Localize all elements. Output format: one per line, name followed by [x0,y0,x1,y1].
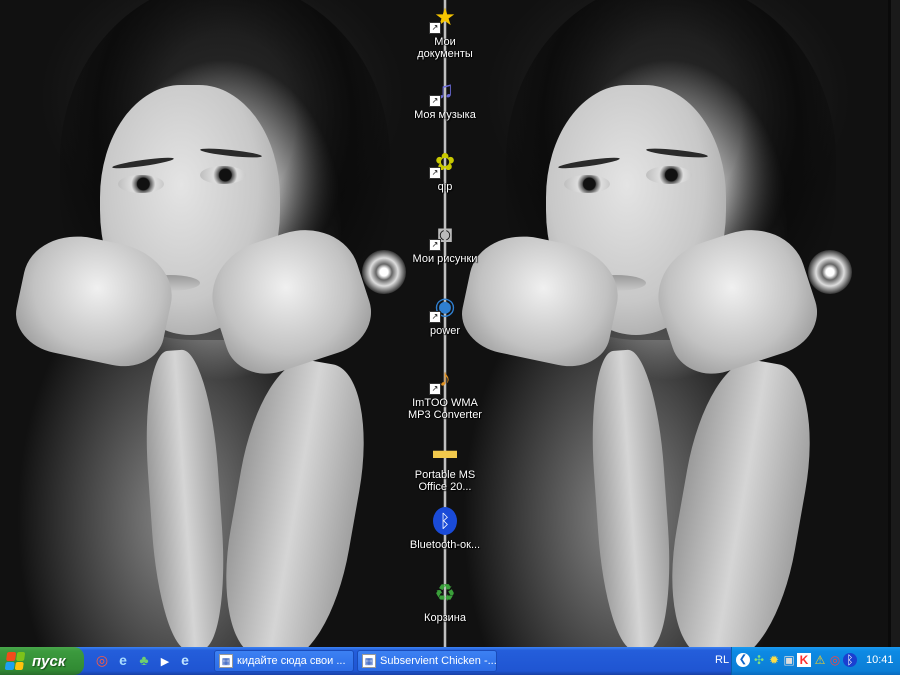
chevron-left-icon[interactable]: ❮ [736,653,750,667]
desktop-icon-label: qip [437,181,453,193]
taskbar-button-folder[interactable]: ▦ кидайте сюда свои ... [214,650,354,672]
folder-icon: ▬ [433,437,457,464]
desktop-icon-label: ImTOO WMA MP3 Converter [408,397,482,421]
desktop-icon-label: Корзина [424,612,466,624]
desktop-icon-recycle-bin[interactable]: ♻ Корзина [403,578,487,624]
internet-explorer-icon[interactable]: e [115,652,131,668]
desktop-icon-my-music[interactable]: ♫ ↗ Моя музыка [403,75,487,121]
task-label: кидайте сюда свои ... [237,655,346,667]
wallpaper-right [446,0,890,647]
wallpaper-left [0,0,444,647]
language-indicator[interactable]: RL [715,654,729,666]
media-player-icon[interactable]: ▶ [157,652,173,668]
start-label: пуск [32,652,66,670]
system-tray: ❮ ✣ ✹ ▣ K ⚠ ◎ ᛒ 10:41 [731,647,900,675]
desktop-icon-bluetooth[interactable]: ᛒ Bluetooth-ок... [403,505,487,551]
bluetooth-icon: ᛒ [429,505,461,537]
window-icon: ▦ [362,654,376,668]
windows-logo-icon [4,652,26,670]
bluetooth-tray-icon[interactable]: ᛒ [843,653,857,667]
recycle-bin-icon: ♻ [434,580,456,607]
start-button[interactable]: пуск [0,647,84,675]
desktop[interactable]: ★ ↗ Мои документы ♫ ↗ Моя музыка ✿ ↗ qip ◙ ↗… [0,0,900,647]
clock[interactable]: 10:41 [866,654,894,666]
taskbar-button-browser[interactable]: ▦ Subservient Chicken -... [357,650,497,672]
gear-icon[interactable]: ✹ [767,653,781,667]
desktop-icon-power[interactable]: ◉ ↗ power [403,291,487,337]
antivirus-icon[interactable]: K [797,653,811,667]
my-music-icon: ♫ ↗ [429,75,461,107]
network-icon[interactable]: ✣ [752,653,766,667]
task-label: Subservient Chicken -... [380,655,497,667]
browser-icon[interactable]: e [177,652,193,668]
desktop-icon-label: Portable MS Office 20... [414,469,476,493]
wallpaper-edge [888,0,891,647]
qip-messenger-icon: ✿ ↗ [429,147,461,179]
warning-icon[interactable]: ⚠ [813,653,827,667]
opera-tray-icon[interactable]: ◎ [828,653,842,667]
desktop-icon-label: power [430,325,460,337]
monitor-icon[interactable]: ▣ [782,653,796,667]
desktop-icon-label: Мои рисунки [412,253,478,265]
taskbar: пуск ◎ e ♣ ▶ e ▦ кидайте сюда свои ... ▦… [0,647,900,675]
desktop-icon-label: Мои документы [417,36,473,60]
desktop-icon-imtoo-converter[interactable]: ♪ ↗ ImTOO WMA MP3 Converter [403,363,487,421]
desktop-icon-label: Bluetooth-ок... [409,539,481,551]
desktop-icon-my-pictures[interactable]: ◙ ↗ Мои рисунки [403,219,487,265]
my-pictures-camera-icon: ◙ ↗ [429,219,461,251]
imtoo-converter-icon: ♪ ↗ [429,363,461,395]
window-icon: ▦ [219,654,233,668]
desktop-icon-qip[interactable]: ✿ ↗ qip [403,147,487,193]
opera-icon[interactable]: ◎ [94,652,110,668]
desktop-icon-label: Моя музыка [414,109,476,121]
messenger-icon[interactable]: ♣ [136,652,152,668]
desktop-icon-my-documents[interactable]: ★ ↗ Мои документы [403,2,487,60]
my-documents-star-icon: ★ ↗ [429,2,461,34]
desktop-icon-portable-office[interactable]: ▬ Portable MS Office 20... [403,435,487,493]
power-globe-icon: ◉ ↗ [429,291,461,323]
